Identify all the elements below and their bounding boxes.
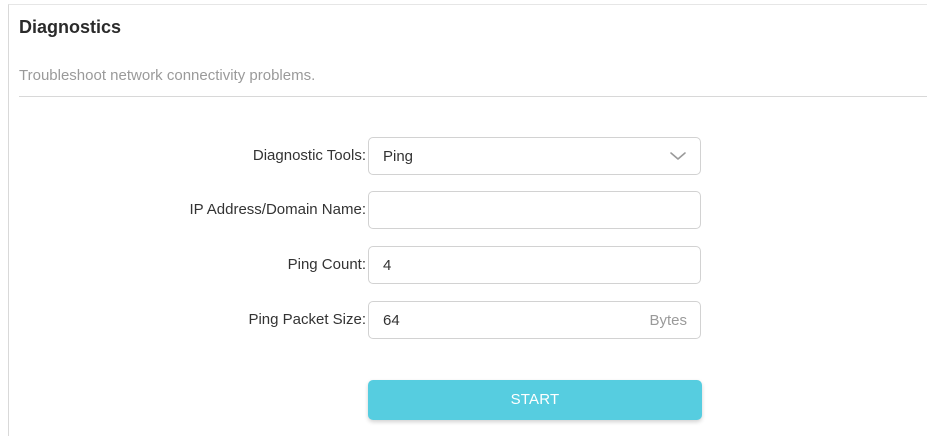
chevron-down-icon bbox=[668, 148, 688, 164]
page-subtitle: Troubleshoot network connectivity proble… bbox=[19, 67, 316, 84]
ip-address-field-wrapper bbox=[368, 191, 701, 229]
ip-address-row: IP Address/Domain Name: bbox=[9, 191, 927, 229]
ping-packet-size-input[interactable] bbox=[369, 302, 700, 338]
ping-packet-size-row: Ping Packet Size: Bytes bbox=[9, 301, 927, 339]
ping-count-label: Ping Count: bbox=[287, 256, 366, 273]
ping-count-input[interactable] bbox=[369, 247, 700, 283]
ip-address-label: IP Address/Domain Name: bbox=[189, 201, 366, 218]
diagnostic-tools-select[interactable]: Ping bbox=[368, 137, 701, 175]
ip-address-input[interactable] bbox=[369, 192, 700, 228]
header-divider bbox=[19, 96, 927, 97]
diagnostic-tools-label: Diagnostic Tools: bbox=[252, 147, 366, 164]
page-title: Diagnostics bbox=[19, 17, 122, 37]
ping-packet-size-label: Ping Packet Size: bbox=[248, 311, 366, 328]
diagnostics-panel: Diagnostics Troubleshoot network connect… bbox=[8, 4, 927, 436]
page: Diagnostics Troubleshoot network connect… bbox=[0, 0, 927, 436]
diagnostic-tools-value: Ping bbox=[383, 148, 414, 165]
diagnostic-tools-row: Diagnostic Tools: Ping bbox=[9, 137, 927, 175]
ping-count-field-wrapper bbox=[368, 246, 701, 284]
start-button[interactable]: START bbox=[368, 380, 702, 420]
ping-packet-size-field-wrapper: Bytes bbox=[368, 301, 701, 339]
ping-count-row: Ping Count: bbox=[9, 246, 927, 284]
